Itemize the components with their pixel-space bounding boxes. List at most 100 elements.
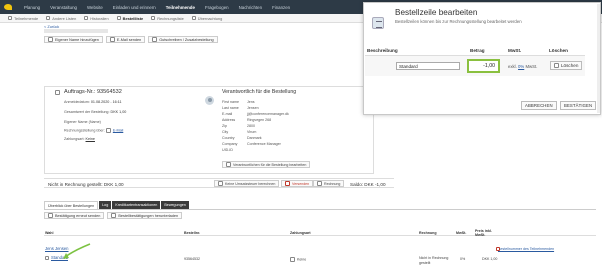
invoice-method-link[interactable]: E-Mail: [113, 128, 123, 132]
column-header: Betrag: [470, 48, 485, 53]
field-label: Last name: [222, 106, 239, 110]
cart-icon: [116, 16, 121, 20]
not-invoiced-amount: Nicht in Rechnung gestellt: DKK 1,00: [48, 182, 124, 187]
trash-icon: [554, 63, 559, 68]
field-value: Virum: [247, 130, 257, 134]
description-input[interactable]: [396, 62, 460, 70]
nav-veranstaltung[interactable]: Veranstaltung: [50, 5, 77, 10]
resend-confirmation-button[interactable]: Bestätigung erneut senden: [44, 212, 105, 219]
field-value: 2800: [247, 124, 255, 128]
vat-rate-link[interactable]: 0%: [518, 64, 524, 69]
plus-icon: [48, 37, 53, 42]
delete-line-button[interactable]: Löschen: [550, 61, 583, 70]
field-value: DKK 1,00: [110, 110, 127, 114]
order-number: Auftrags-Nr.: 93564532: [64, 89, 122, 95]
people-icon: [8, 16, 12, 20]
bed-icon: [191, 16, 196, 20]
field-label: Rechnungsstellung über:: [64, 128, 105, 133]
no-vat-button[interactable]: Keine Umsatzsteuer berechnen: [214, 180, 280, 187]
delete-icon[interactable]: [496, 247, 500, 251]
amount-input[interactable]: [467, 59, 500, 73]
field-label: E-mail: [222, 112, 233, 116]
tab-bar: Überblick über Bestellungen Log Kreditka…: [44, 201, 189, 209]
tab-log[interactable]: Log: [99, 201, 112, 209]
cancel-button[interactable]: ABBRECHEN: [521, 101, 557, 110]
history-icon: [84, 16, 89, 20]
edit-icon[interactable]: [45, 256, 49, 260]
order-field: Zahlungsart: Keine: [64, 137, 95, 141]
field-label: Anmeldedatum:: [64, 100, 90, 104]
order-field: Eigener Name (Name): [64, 120, 101, 124]
column-header: Löschen: [549, 48, 568, 53]
column-header: Rechnung: [419, 231, 437, 235]
dialog-scrollbar[interactable]: [597, 4, 600, 113]
subnav-label: Teilnehmende: [14, 15, 39, 21]
nav-planung[interactable]: Planung: [24, 5, 40, 10]
subnav-historalien[interactable]: Historalien: [84, 15, 109, 21]
dialog-title: Bestellzeile bearbeiten: [395, 8, 478, 17]
calculator-icon: [218, 181, 223, 186]
mail-icon: [48, 213, 53, 218]
field-label: Zahlungsart:: [64, 137, 85, 141]
app-logo[interactable]: [3, 3, 15, 11]
tab-card-transactions[interactable]: Kreditkartentransaktionen: [112, 201, 161, 209]
field-value: Conference Manager: [247, 142, 281, 146]
tab-actions: Bestätigung erneut senden Bestellbestäti…: [44, 212, 183, 219]
field-value: Ringvegen 268: [247, 118, 272, 122]
participant-order-link[interactable]: Bestellnummer des Teilnehmenden: [498, 247, 554, 251]
tab-overview[interactable]: Überblick über Bestellungen: [44, 201, 99, 209]
info-icon: [290, 257, 295, 262]
tab-movements[interactable]: Bewegungen: [161, 201, 189, 209]
button-label: Bestätigung erneut senden: [55, 213, 101, 218]
cell-value: Keine: [297, 257, 307, 262]
send-email-button[interactable]: E-Mail senden: [105, 36, 146, 43]
download-icon: [111, 213, 117, 218]
order-line-icon: [372, 17, 384, 29]
nav-finanzen[interactable]: Finanzen: [272, 5, 290, 10]
confirm-button[interactable]: BESTÄTIGEN: [560, 101, 597, 110]
field-value: Jens: [247, 100, 255, 104]
subnav-andere-listen[interactable]: Andere Listen: [46, 16, 76, 21]
nav-nachrichten[interactable]: Nachrichten: [239, 5, 262, 10]
field-label: Address: [222, 118, 236, 122]
button-label: Versenden: [292, 181, 310, 186]
subnav-teilnehmende[interactable]: Teilnehmende: [8, 16, 38, 21]
field-value: jj@conferencemanager.dk: [247, 112, 289, 116]
divider: [44, 209, 596, 210]
subnav-label: Rechnungsliste: [157, 15, 184, 21]
edit-responsible-button[interactable]: Verantwortlichen für die Bestellung bear…: [222, 161, 311, 168]
button-label: E-Mail senden: [116, 37, 142, 42]
payment-cell: Keine: [290, 257, 306, 262]
subnav-label: Andere Listen: [52, 15, 77, 21]
column-header: Preis inkl. MwSt.: [475, 229, 492, 237]
field-label: Company: [222, 142, 238, 146]
nav-website[interactable]: Website: [87, 5, 103, 10]
credit-order-button[interactable]: Gutschreiben / Zusatzbestellung: [148, 36, 218, 43]
column-header: Wahl: [45, 231, 54, 235]
subnav-uebernachtung[interactable]: Übernachtung: [191, 16, 222, 21]
field-label: Country: [222, 136, 235, 140]
invoice-button[interactable]: Rechnung: [313, 180, 345, 187]
mail-icon: [105, 128, 111, 133]
price-cell: DKK 1,00: [482, 257, 498, 261]
payment-method-link[interactable]: Keine: [86, 137, 95, 141]
invoice-status-cell: Nicht in Rechnung gestellt: [419, 256, 449, 265]
send-icon: [285, 181, 290, 186]
subnav-bestellliste[interactable]: Bestellliste: [116, 16, 143, 21]
dialog-subtitle: Bestellzeilen können bis zur Rechnungsst…: [395, 19, 522, 24]
field-label: Zip: [222, 124, 227, 128]
nav-einladen[interactable]: Einladen und erinnern: [113, 5, 156, 10]
subnav-label: Historalien: [90, 15, 109, 21]
nav-teilnehmende[interactable]: Teilnehmende: [166, 5, 195, 10]
add-own-name-button[interactable]: Eigener Name hinzufügen: [44, 36, 103, 43]
field-label: UID-ID: [222, 148, 233, 152]
subnav-rechnungsliste[interactable]: Rechnungsliste: [151, 16, 184, 21]
mail-icon: [109, 37, 115, 42]
button-label: Keine Umsatzsteuer berechnen: [225, 181, 276, 186]
vat-info: exkl. 0% MwSt.: [508, 64, 537, 69]
nav-fragebogen[interactable]: Fragebogen: [205, 5, 229, 10]
order-field: Gesamtwert der Bestellung: DKK 1,00: [64, 110, 126, 114]
download-confirmations-button[interactable]: Bestellbestätigungen herunterladen: [107, 212, 183, 219]
send-button[interactable]: Versenden: [281, 180, 314, 187]
invoice-icon: [317, 181, 322, 186]
